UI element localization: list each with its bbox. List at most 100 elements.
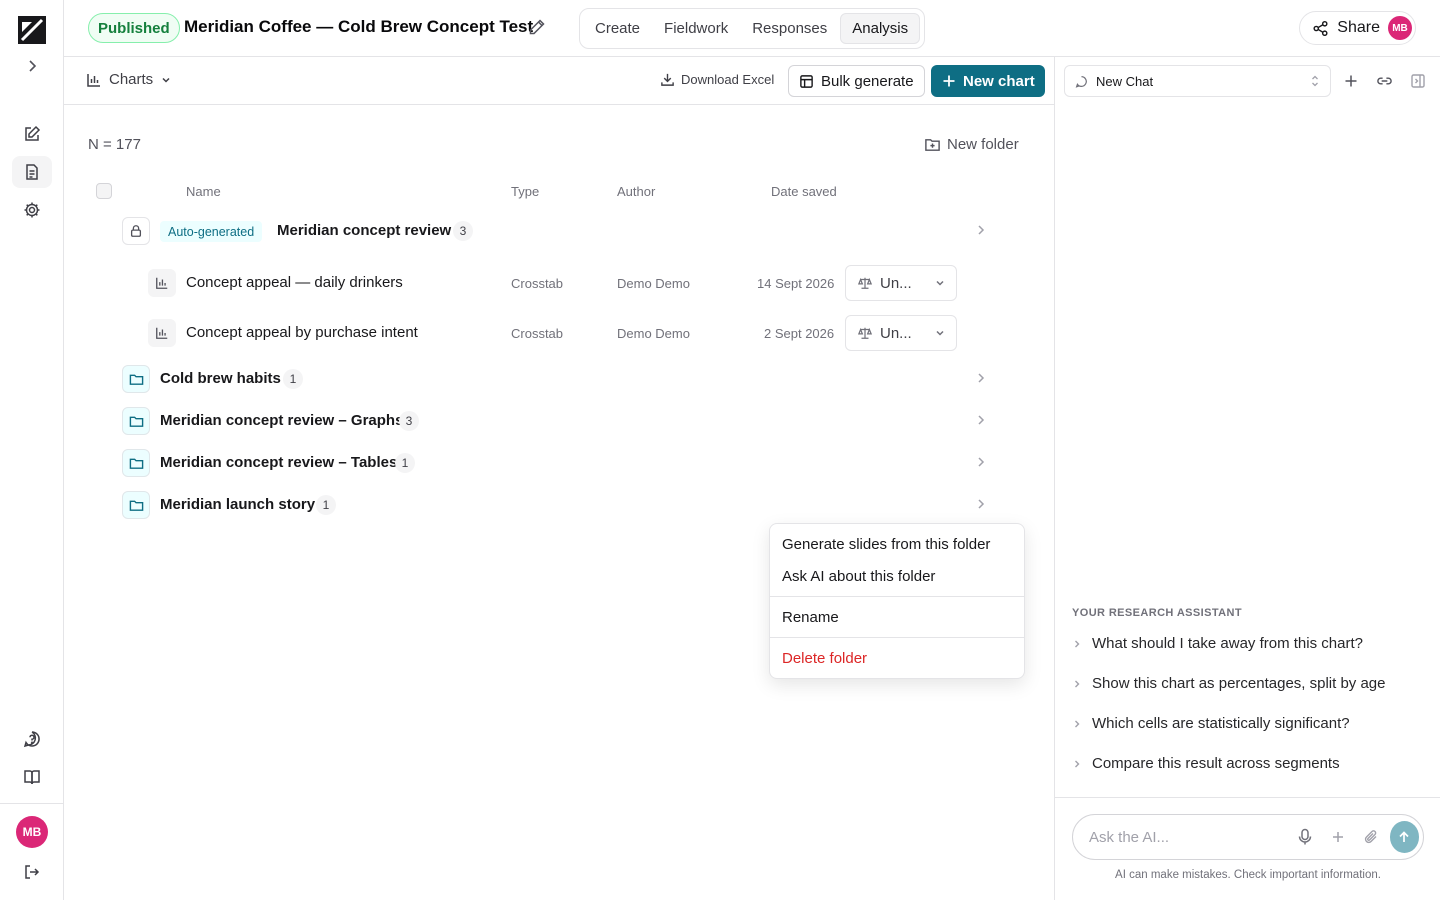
chart-name: Concept appeal by purchase intent [186, 324, 418, 341]
ai-chat-panel: New Chat YOUR RESEARCH ASSISTANT What sh… [1054, 57, 1440, 900]
chart-status-value: Un... [880, 274, 912, 292]
chevron-right-icon[interactable] [974, 371, 988, 385]
view-dropdown[interactable]: Charts [86, 71, 172, 88]
table-icon [799, 74, 814, 89]
share-icon [1312, 20, 1329, 37]
select-all-checkbox[interactable] [96, 183, 112, 199]
send-icon[interactable] [1389, 821, 1419, 853]
folder-count-badge: 1 [316, 495, 336, 515]
download-label: Download Excel [681, 72, 775, 87]
chevron-right-icon [1072, 759, 1082, 769]
paperclip-icon[interactable] [1354, 821, 1387, 853]
chart-date: 14 Sept 2026 [757, 276, 835, 291]
nav-analysis[interactable] [12, 156, 52, 188]
column-header-author[interactable]: Author [617, 184, 655, 199]
logout-button[interactable] [12, 856, 52, 888]
chat-session-value: New Chat [1096, 73, 1154, 89]
new-chart-button[interactable]: New chart [931, 65, 1045, 97]
panel-close-icon[interactable] [1410, 73, 1426, 89]
chart-type: Crosstab [511, 276, 564, 291]
chat-input-box [1072, 814, 1424, 860]
main-tabs: Create Fieldwork Responses Analysis [579, 8, 926, 49]
folder-context-menu: Generate slides from this folder Ask AI … [769, 523, 1025, 679]
chart-status-select[interactable]: Un... [845, 315, 957, 351]
sample-size: N = 177 [88, 136, 141, 153]
chart-name: Concept appeal — daily drinkers [186, 274, 403, 291]
suggestion-item[interactable]: Compare this result across segments [1072, 755, 1340, 772]
chevron-right-icon[interactable] [974, 455, 988, 469]
column-header-name[interactable]: Name [186, 184, 221, 199]
link-icon[interactable] [1376, 73, 1393, 89]
share-label: Share [1337, 19, 1380, 36]
settings-icon [23, 201, 41, 219]
chevron-right-icon [1072, 679, 1082, 689]
suggestion-item[interactable]: What should I take away from this chart? [1072, 635, 1363, 652]
folder-count-badge: 1 [395, 453, 415, 473]
bar-chart-icon [148, 269, 176, 297]
chevron-right-icon [1072, 639, 1082, 649]
nav-settings[interactable] [12, 194, 52, 226]
suggestion-item[interactable]: Show this chart as percentages, split by… [1072, 675, 1386, 692]
column-header-date[interactable]: Date saved [771, 184, 837, 199]
tab-create[interactable]: Create [584, 13, 651, 44]
folder-name: Meridian launch story [160, 496, 316, 513]
chevron-right-icon[interactable] [974, 413, 988, 427]
chevron-down-icon [934, 327, 946, 339]
view-dropdown-label: Charts [109, 71, 154, 88]
auto-generated-tag: Auto-generated [160, 221, 263, 242]
mic-icon[interactable] [1288, 821, 1321, 853]
plus-icon [941, 73, 957, 89]
chat-session-select[interactable]: New Chat [1064, 65, 1331, 97]
chevron-right-icon[interactable] [974, 497, 988, 511]
new-chat-icon[interactable] [1343, 73, 1359, 89]
edit-title-icon[interactable] [528, 18, 546, 36]
document-icon [23, 163, 41, 181]
user-avatar[interactable]: MB [16, 816, 48, 848]
chart-date: 2 Sept 2026 [764, 326, 835, 341]
nav-create[interactable] [12, 118, 52, 150]
folder-count-badge: 1 [283, 369, 303, 389]
expand-sidebar-icon[interactable] [22, 56, 42, 76]
nav-docs[interactable] [12, 761, 52, 793]
download-icon [660, 72, 675, 87]
menu-item-rename[interactable]: Rename [770, 601, 1024, 633]
new-folder-label: New folder [947, 136, 1019, 153]
plus-icon[interactable] [1321, 821, 1354, 853]
download-excel-button[interactable]: Download Excel [660, 72, 774, 87]
share-button[interactable]: Share MB [1299, 11, 1416, 45]
chart-status-select[interactable]: Un... [845, 265, 957, 301]
new-chart-label: New chart [963, 72, 1035, 90]
chart-author: Demo Demo [617, 276, 690, 291]
folder-icon [122, 491, 150, 519]
menu-item-generate-slides[interactable]: Generate slides from this folder [770, 528, 1024, 560]
suggestion-item[interactable]: Which cells are statistically significan… [1072, 715, 1350, 732]
new-folder-button[interactable]: New folder [924, 136, 1019, 153]
tab-responses[interactable]: Responses [741, 13, 838, 44]
logo-icon[interactable] [18, 16, 46, 44]
column-header-type[interactable]: Type [511, 184, 539, 199]
chevron-down-icon [160, 74, 172, 86]
chevron-right-icon[interactable] [974, 223, 988, 237]
chat-icon [1075, 75, 1088, 88]
bar-chart-icon [148, 319, 176, 347]
folder-name: Meridian concept review [277, 222, 452, 239]
suggestion-text: Compare this result across segments [1092, 755, 1340, 772]
menu-item-delete-folder[interactable]: Delete folder [770, 642, 1024, 674]
nav-help[interactable] [12, 723, 52, 755]
chat-input[interactable] [1089, 828, 1288, 846]
folder-icon [122, 365, 150, 393]
folder-name: Meridian concept review – Graphs [160, 412, 404, 429]
tab-fieldwork[interactable]: Fieldwork [653, 13, 739, 44]
folder-count-badge: 3 [399, 411, 419, 431]
folder-icon [122, 449, 150, 477]
edit-icon [23, 125, 41, 143]
bulk-generate-button[interactable]: Bulk generate [788, 65, 925, 97]
suggestion-text: What should I take away from this chart? [1092, 635, 1363, 652]
menu-item-ask-ai[interactable]: Ask AI about this folder [770, 560, 1024, 592]
project-title: Meridian Coffee — Cold Brew Concept Test [184, 17, 534, 36]
suggestion-text: Show this chart as percentages, split by… [1092, 675, 1386, 692]
tab-analysis[interactable]: Analysis [840, 13, 921, 44]
top-bar: Published Meridian Coffee — Cold Brew Co… [64, 0, 1440, 57]
scale-icon [858, 276, 872, 290]
lock-icon [122, 217, 150, 245]
